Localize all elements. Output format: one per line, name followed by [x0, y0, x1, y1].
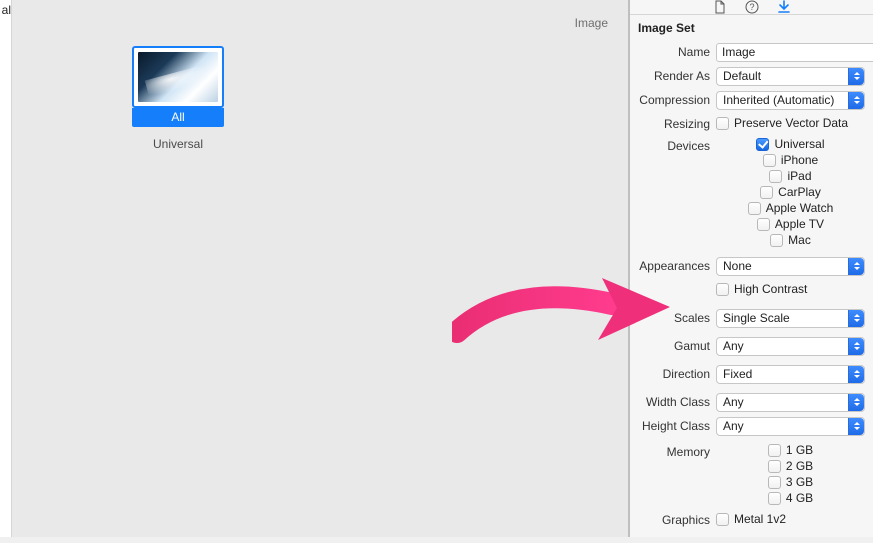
asset-set-label: Universal	[153, 137, 203, 151]
checkbox-icon	[769, 170, 782, 183]
checkbox-icon	[768, 444, 781, 457]
height-class-select[interactable]: Any	[716, 417, 865, 436]
device-checkbox-iphone[interactable]: iPhone	[763, 153, 818, 167]
width-class-select[interactable]: Any	[716, 393, 865, 412]
gamut-select[interactable]: Any	[716, 337, 865, 356]
asset-thumbnail[interactable]	[132, 46, 224, 108]
memory-checkbox-3-gb[interactable]: 3 GB	[768, 475, 813, 489]
attributes-inspector-icon[interactable]	[777, 0, 791, 14]
device-checkbox-ipad[interactable]: iPad	[769, 169, 811, 183]
appearances-label: Appearances	[630, 259, 716, 273]
resizing-label: Resizing	[630, 117, 716, 131]
devices-label: Devices	[630, 137, 716, 153]
inspector-panel: ? Image Set Name Render As Default	[629, 0, 873, 537]
appearances-select[interactable]: None	[716, 257, 865, 276]
inspector-body: Name Render As Default Compression	[630, 39, 873, 543]
canvas-group-label: Image	[575, 16, 608, 30]
inspector-toolbar: ?	[630, 0, 873, 15]
checkbox-icon	[756, 138, 769, 151]
height-class-label: Height Class	[630, 419, 716, 433]
asset-image-preview	[138, 52, 218, 102]
checkbox-icon	[748, 202, 761, 215]
chevron-updown-icon	[848, 92, 864, 109]
direction-select[interactable]: Fixed	[716, 365, 865, 384]
graphics-metal-checkbox[interactable]: Metal 1v2	[716, 512, 786, 526]
scales-select[interactable]: Single Scale	[716, 309, 865, 328]
memory-checkbox-4-gb[interactable]: 4 GB	[768, 491, 813, 505]
preserve-vector-checkbox[interactable]: Preserve Vector Data	[716, 116, 848, 130]
memory-checkbox-2-gb[interactable]: 2 GB	[768, 459, 813, 473]
checkbox-icon	[768, 460, 781, 473]
navigator-pane: al	[0, 0, 12, 537]
chevron-updown-icon	[848, 338, 864, 355]
file-inspector-icon[interactable]	[713, 0, 727, 14]
render-as-select[interactable]: Default	[716, 67, 865, 86]
device-checkbox-carplay[interactable]: CarPlay	[760, 185, 821, 199]
width-class-label: Width Class	[630, 395, 716, 409]
svg-text:?: ?	[749, 2, 754, 12]
device-checkbox-mac[interactable]: Mac	[770, 233, 811, 247]
direction-label: Direction	[630, 367, 716, 381]
high-contrast-checkbox[interactable]: High Contrast	[716, 282, 807, 296]
render-as-label: Render As	[630, 69, 716, 83]
devices-group: Universal iPhone iPad CarPlay Apple Watch App…	[716, 137, 865, 249]
device-checkbox-universal[interactable]: Universal	[756, 137, 824, 151]
checkbox-icon	[760, 186, 773, 199]
asset-well: All Universal	[132, 46, 224, 151]
checkbox-icon	[716, 117, 729, 130]
device-checkbox-apple-tv[interactable]: Apple TV	[757, 217, 824, 231]
chevron-updown-icon	[848, 394, 864, 411]
checkbox-icon	[768, 492, 781, 505]
device-checkbox-apple-watch[interactable]: Apple Watch	[748, 201, 834, 215]
chevron-updown-icon	[848, 310, 864, 327]
chevron-updown-icon	[848, 366, 864, 383]
checkbox-icon	[768, 476, 781, 489]
compression-label: Compression	[630, 93, 716, 107]
checkbox-icon	[757, 218, 770, 231]
section-header: Image Set	[630, 15, 873, 39]
chevron-updown-icon	[848, 68, 864, 85]
memory-label: Memory	[630, 443, 716, 459]
scales-label: Scales	[630, 311, 716, 325]
checkbox-icon	[716, 513, 729, 526]
chevron-updown-icon	[848, 258, 864, 275]
asset-canvas: Image All Universal	[12, 0, 629, 537]
checkbox-icon	[770, 234, 783, 247]
graphics-label: Graphics	[630, 513, 716, 527]
checkbox-icon	[763, 154, 776, 167]
chevron-updown-icon	[848, 418, 864, 435]
navigator-fragment: al	[2, 3, 11, 17]
memory-group: 1 GB 2 GB 3 GB 4 GB	[716, 443, 865, 507]
checkbox-icon	[716, 283, 729, 296]
name-label: Name	[630, 45, 716, 59]
asset-slot-label: All	[132, 108, 224, 127]
name-field[interactable]	[716, 43, 873, 62]
gamut-label: Gamut	[630, 339, 716, 353]
compression-select[interactable]: Inherited (Automatic)	[716, 91, 865, 110]
memory-checkbox-1-gb[interactable]: 1 GB	[768, 443, 813, 457]
help-inspector-icon[interactable]: ?	[745, 0, 759, 14]
